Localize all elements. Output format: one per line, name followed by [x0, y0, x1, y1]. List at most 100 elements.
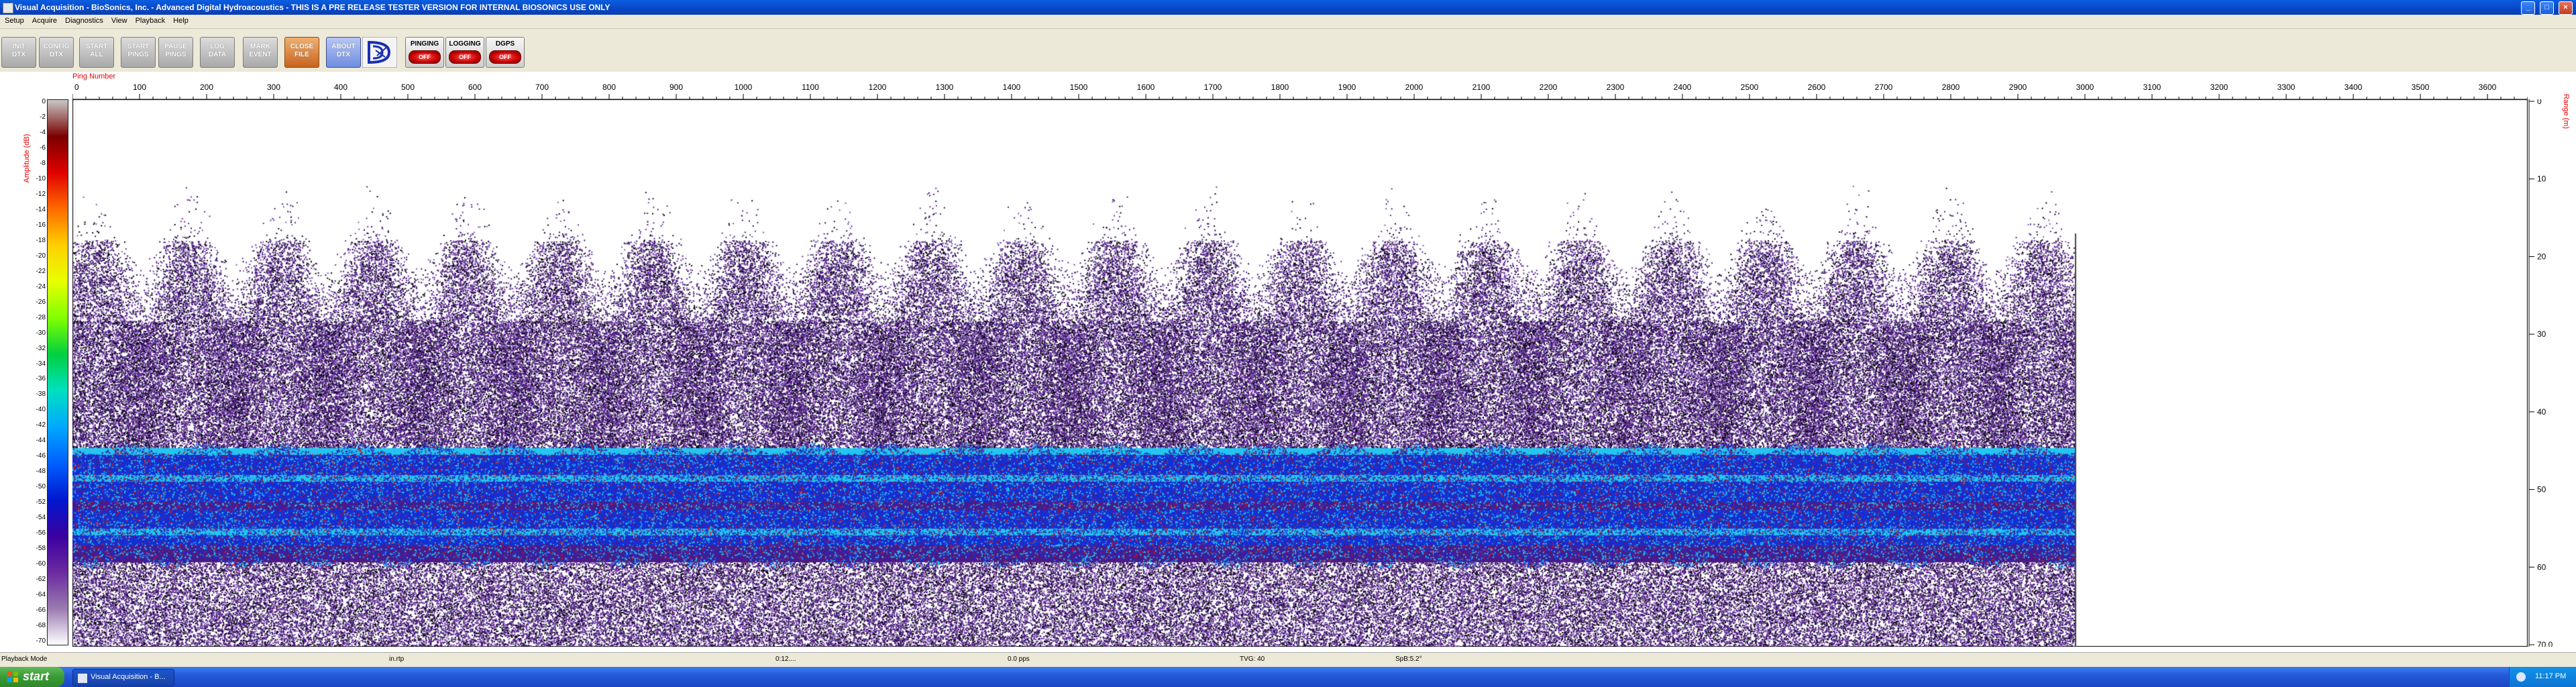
range-tick-label: 40: [2537, 407, 2546, 417]
ping-tick-label: 2500: [1741, 83, 1759, 92]
ping-tick-label: 500: [401, 83, 415, 92]
menu-setup[interactable]: Setup: [0, 15, 28, 25]
network-icon[interactable]: [2516, 672, 2526, 682]
toggle-label: LOGGING: [449, 40, 481, 48]
amplitude-tick-label: -24: [36, 282, 46, 290]
maximize-button[interactable]: □: [2540, 1, 2554, 15]
amplitude-color-scale: [47, 99, 68, 645]
ping-tick-label: 2100: [1472, 83, 1491, 92]
ping-tick-label: 3500: [2412, 83, 2430, 92]
button-label: FILE: [294, 51, 309, 58]
pause-pings-button[interactable]: PAUSE PINGS: [158, 37, 193, 68]
pinging-toggle[interactable]: PINGING OFF: [405, 37, 444, 68]
amplitude-tick-label: -48: [36, 468, 46, 476]
ping-tick-label: 1200: [869, 83, 887, 92]
ping-tick-label: 0: [74, 83, 79, 92]
close-file-button[interactable]: CLOSE FILE: [284, 37, 319, 68]
amplitude-tick-label: -50: [36, 483, 46, 491]
button-label: ABOUT: [331, 43, 356, 50]
range-tick-label: 50: [2537, 485, 2546, 494]
start-button[interactable]: start: [0, 667, 64, 687]
about-dtx-button[interactable]: ABOUT DTX: [326, 37, 361, 68]
ping-tick-label: 600: [468, 83, 482, 92]
taskbar-item-visual-acquisition[interactable]: Visual Acquisition - B...: [72, 669, 174, 686]
start-all-button[interactable]: START ALL: [79, 37, 114, 68]
amplitude-tick-label: -42: [36, 421, 46, 429]
ping-tick-label: 800: [602, 83, 616, 92]
button-label: DTX: [337, 51, 350, 58]
toolbar: INIT DTX CONFIG DTX START ALL START PINGS PA…: [0, 29, 2576, 72]
amplitude-tick-label: -68: [36, 622, 46, 630]
range-tick-label: 70.0: [2537, 640, 2553, 647]
ping-tick-label: 2300: [1607, 83, 1625, 92]
button-label: LOG: [210, 43, 225, 50]
ping-tick-label: 1700: [1204, 83, 1222, 92]
status-led-icon: OFF: [409, 50, 441, 64]
menu-bar: Setup Acquire Diagnostics View Playback Help: [0, 15, 2576, 29]
amplitude-tick-label: -56: [36, 529, 46, 537]
amplitude-tick-label: -36: [36, 375, 46, 383]
config-dtx-button[interactable]: CONFIG DTX: [39, 37, 74, 68]
amplitude-tick-label: -60: [36, 560, 46, 568]
menu-acquire[interactable]: Acquire: [28, 15, 60, 25]
status-spb: SpB:5.2°: [1395, 655, 1422, 663]
dgps-toggle[interactable]: DGPS OFF: [486, 37, 525, 68]
range-tick-label: 10: [2537, 174, 2546, 184]
ping-tick-label: 3200: [2210, 83, 2229, 92]
status-tvg: TVG: 40: [1240, 655, 1265, 663]
app-window-icon: [77, 673, 88, 684]
amplitude-tick-label: -32: [36, 344, 46, 352]
mark-event-button[interactable]: MARK EVENT: [243, 37, 278, 68]
button-label: DATA: [208, 51, 227, 58]
status-ping-rate: 0.0 pps: [1008, 655, 1030, 663]
status-time: 0:12....: [775, 655, 796, 663]
amplitude-tick-label: -20: [36, 252, 46, 260]
logging-toggle[interactable]: LOGGING OFF: [445, 37, 484, 68]
amplitude-tick-label: -16: [36, 221, 46, 229]
menu-view[interactable]: View: [107, 15, 131, 25]
ping-tick-label: 100: [133, 83, 146, 92]
amplitude-tick-label: -30: [36, 329, 46, 337]
ping-tick-label: 3400: [2345, 83, 2363, 92]
biosonics-logo-icon: [362, 37, 397, 68]
amplitude-tick-label: -26: [36, 298, 46, 306]
amplitude-tick-label: -64: [36, 591, 46, 599]
amplitude-tick-label: -8: [40, 159, 46, 167]
title-bar: Visual Acquisition - BioSonics, Inc. - A…: [0, 0, 2576, 15]
amplitude-tick-label: -70: [36, 637, 46, 645]
ping-tick-label: 2000: [1405, 83, 1424, 92]
start-pings-button[interactable]: START PINGS: [121, 37, 156, 68]
menu-help[interactable]: Help: [168, 15, 192, 25]
amplitude-tick-label: -44: [36, 437, 46, 445]
init-dtx-button[interactable]: INIT DTX: [1, 37, 36, 68]
window-title: Visual Acquisition - BioSonics, Inc. - A…: [15, 3, 610, 12]
ping-tick-label: 1100: [802, 83, 819, 92]
menu-diagnostics[interactable]: Diagnostics: [60, 15, 107, 25]
echogram-canvas[interactable]: [72, 99, 2528, 647]
amplitude-tick-label: -46: [36, 452, 46, 460]
close-window-button[interactable]: ×: [2559, 1, 2573, 15]
ping-tick-label: 3000: [2076, 83, 2094, 92]
range-tick-label: 20: [2537, 252, 2546, 261]
button-label: PINGS: [165, 51, 186, 58]
ping-tick-label: 2200: [1540, 83, 1558, 92]
status-led-icon: OFF: [489, 50, 521, 64]
minimize-button[interactable]: _: [2521, 1, 2535, 15]
status-bar: Playback Mode in.rtp 0:12.... 0.0 pps TV…: [0, 652, 2576, 668]
tray-clock: 11:17 PM: [2535, 672, 2567, 680]
ping-tick-label: 2900: [2009, 83, 2027, 92]
button-label: PAUSE: [164, 43, 187, 50]
ping-tick-label: 3600: [2479, 83, 2497, 92]
ping-tick-label: 1000: [735, 83, 753, 92]
amplitude-tick-label: -52: [36, 498, 46, 507]
menu-playback[interactable]: Playback: [131, 15, 169, 25]
amplitude-tick-label: -62: [36, 576, 46, 584]
ping-tick-label: 900: [669, 83, 683, 92]
log-data-button[interactable]: LOG DATA: [200, 37, 235, 68]
ping-tick-label: 1400: [1003, 83, 1021, 92]
amplitude-tick-label: -28: [36, 313, 46, 321]
range-tick-label: 60: [2537, 562, 2546, 572]
taskbar: start Visual Acquisition - B... 11:17 PM: [0, 667, 2576, 687]
range-tick-label: 0: [2537, 99, 2542, 106]
button-label: DTX: [50, 51, 63, 58]
